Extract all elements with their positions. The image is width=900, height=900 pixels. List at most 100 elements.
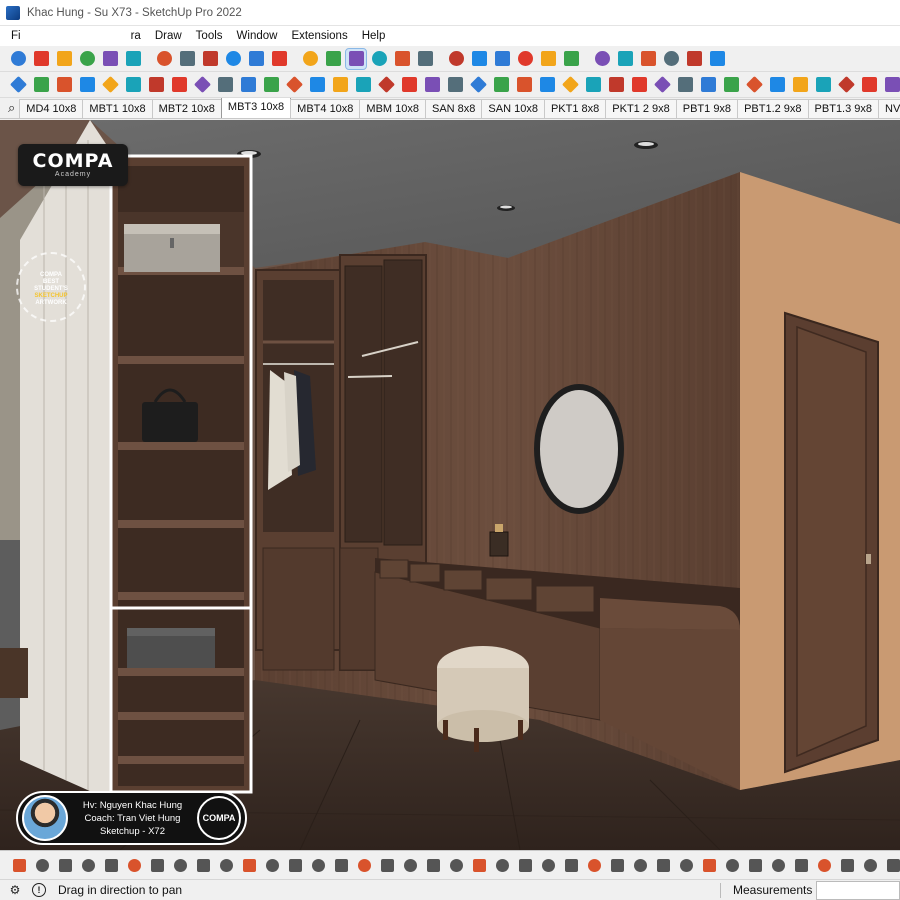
status-info-icon[interactable]: ! <box>32 883 46 897</box>
extension-tool-icon[interactable] <box>77 75 97 95</box>
extension-tool-icon[interactable] <box>31 75 51 95</box>
extension-tool-icon[interactable] <box>790 75 810 95</box>
model-viewport[interactable]: COMPA Academy COMPA BEST STUDENT'S SKETC… <box>0 120 900 850</box>
extension-tool-icon[interactable] <box>836 75 856 95</box>
menu-camera[interactable]: ra <box>124 30 148 42</box>
bottom-tool-icon[interactable] <box>332 855 351 875</box>
extension-tool-icon[interactable] <box>8 75 28 95</box>
extension-tool-icon[interactable] <box>652 75 672 95</box>
account-icon[interactable] <box>492 49 512 69</box>
extension-tool-icon[interactable] <box>123 75 143 95</box>
menu-tools[interactable]: Tools <box>189 30 230 42</box>
bottom-tool-icon[interactable] <box>861 855 880 875</box>
extension-tool-icon[interactable] <box>307 75 327 95</box>
bottom-tool-icon[interactable] <box>585 855 604 875</box>
extension-tool-icon[interactable] <box>813 75 833 95</box>
bottom-tool-icon[interactable] <box>884 855 900 875</box>
menu-draw[interactable]: Draw <box>148 30 189 42</box>
orbit-icon[interactable] <box>323 49 343 69</box>
scene-tab[interactable]: PBT1 9x8 <box>675 99 739 118</box>
bottom-tool-icon[interactable] <box>102 855 121 875</box>
extension-tool-icon[interactable] <box>261 75 281 95</box>
menu-file[interactable]: Fi <box>4 30 28 42</box>
top-view-icon[interactable] <box>538 49 558 69</box>
bottom-tool-icon[interactable] <box>217 855 236 875</box>
scene-tab[interactable]: MBT4 10x8 <box>290 99 361 118</box>
scene-tab[interactable]: SAN 8x8 <box>425 99 483 118</box>
bottom-tool-icon[interactable] <box>493 855 512 875</box>
move-icon[interactable] <box>154 49 174 69</box>
line-icon[interactable] <box>77 49 97 69</box>
extension-tool-icon[interactable] <box>376 75 396 95</box>
zoom-extents-icon[interactable] <box>392 49 412 69</box>
extension-tool-icon[interactable] <box>192 75 212 95</box>
bottom-tool-icon[interactable] <box>723 855 742 875</box>
bottom-tool-icon[interactable] <box>654 855 673 875</box>
bottom-tool-icon[interactable] <box>562 855 581 875</box>
paint-icon[interactable] <box>300 49 320 69</box>
extension-tool-icon[interactable] <box>422 75 442 95</box>
extension-tool-icon[interactable] <box>698 75 718 95</box>
bottom-tool-icon[interactable] <box>470 855 489 875</box>
bottom-tool-icon[interactable] <box>33 855 52 875</box>
push-pull-icon[interactable] <box>123 49 143 69</box>
extension-tool-icon[interactable] <box>767 75 787 95</box>
extension-warehouse-icon[interactable] <box>446 49 466 69</box>
rotate-icon[interactable] <box>177 49 197 69</box>
extension-tool-icon[interactable] <box>100 75 120 95</box>
scene-tab[interactable]: PKT1 2 9x8 <box>605 99 677 118</box>
bottom-tool-icon[interactable] <box>79 855 98 875</box>
extension-tool-icon[interactable] <box>675 75 695 95</box>
extension-tool-icon[interactable] <box>215 75 235 95</box>
eraser-icon[interactable] <box>54 49 74 69</box>
extension-tool-icon[interactable] <box>238 75 258 95</box>
rectangle-icon[interactable] <box>100 49 120 69</box>
extension-tool-icon[interactable] <box>468 75 488 95</box>
layout-icon[interactable] <box>469 49 489 69</box>
scene-search-icon[interactable]: ⌕ <box>8 98 15 118</box>
scale-icon[interactable] <box>200 49 220 69</box>
extension-tool-icon[interactable] <box>606 75 626 95</box>
extension-tool-icon[interactable] <box>882 75 900 95</box>
scene-tab[interactable]: MD4 10x8 <box>19 99 84 118</box>
extension-tool-icon[interactable] <box>629 75 649 95</box>
scene-tab[interactable]: SAN 10x8 <box>481 99 545 118</box>
menu-window[interactable]: Window <box>230 30 285 42</box>
bottom-tool-icon[interactable] <box>608 855 627 875</box>
bottom-tool-icon[interactable] <box>838 855 857 875</box>
bottom-tool-icon[interactable] <box>194 855 213 875</box>
back-view-icon[interactable] <box>615 49 635 69</box>
bottom-tool-icon[interactable] <box>700 855 719 875</box>
extension-tool-icon[interactable] <box>330 75 350 95</box>
extension-tool-icon[interactable] <box>445 75 465 95</box>
extension-tool-icon[interactable] <box>169 75 189 95</box>
menu-help[interactable]: Help <box>355 30 393 42</box>
measurements-input[interactable] <box>816 881 900 900</box>
tape-measure-icon[interactable] <box>246 49 266 69</box>
bottom-tool-icon[interactable] <box>769 855 788 875</box>
scene-tab[interactable]: NVS T1 8x8 <box>878 99 900 118</box>
paint-bucket-icon[interactable] <box>31 49 51 69</box>
bottom-tool-icon[interactable] <box>286 855 305 875</box>
extension-tool-icon[interactable] <box>514 75 534 95</box>
bottom-tool-icon[interactable] <box>815 855 834 875</box>
bottom-tool-icon[interactable] <box>677 855 696 875</box>
scene-tab[interactable]: PBT1.3 9x8 <box>807 99 880 118</box>
scene-tab[interactable]: MBT2 10x8 <box>151 99 222 118</box>
bottom-tool-icon[interactable] <box>746 855 765 875</box>
bottom-tool-icon[interactable] <box>309 855 328 875</box>
warehouse-icon[interactable] <box>415 49 435 69</box>
extension-tool-icon[interactable] <box>54 75 74 95</box>
bottom-tool-icon[interactable] <box>539 855 558 875</box>
extension-tool-icon[interactable] <box>583 75 603 95</box>
right-view-icon[interactable] <box>592 49 612 69</box>
scene-tab[interactable]: MBM 10x8 <box>359 99 426 118</box>
status-geo-icon[interactable]: ⚙ <box>6 881 24 899</box>
zoom-icon[interactable] <box>369 49 389 69</box>
bottom-tool-icon[interactable] <box>631 855 650 875</box>
extension-tool-icon[interactable] <box>399 75 419 95</box>
extension-tool-icon[interactable] <box>284 75 304 95</box>
bottom-tool-icon[interactable] <box>263 855 282 875</box>
menu-extensions[interactable]: Extensions <box>284 30 354 42</box>
wireframe-icon[interactable] <box>684 49 704 69</box>
